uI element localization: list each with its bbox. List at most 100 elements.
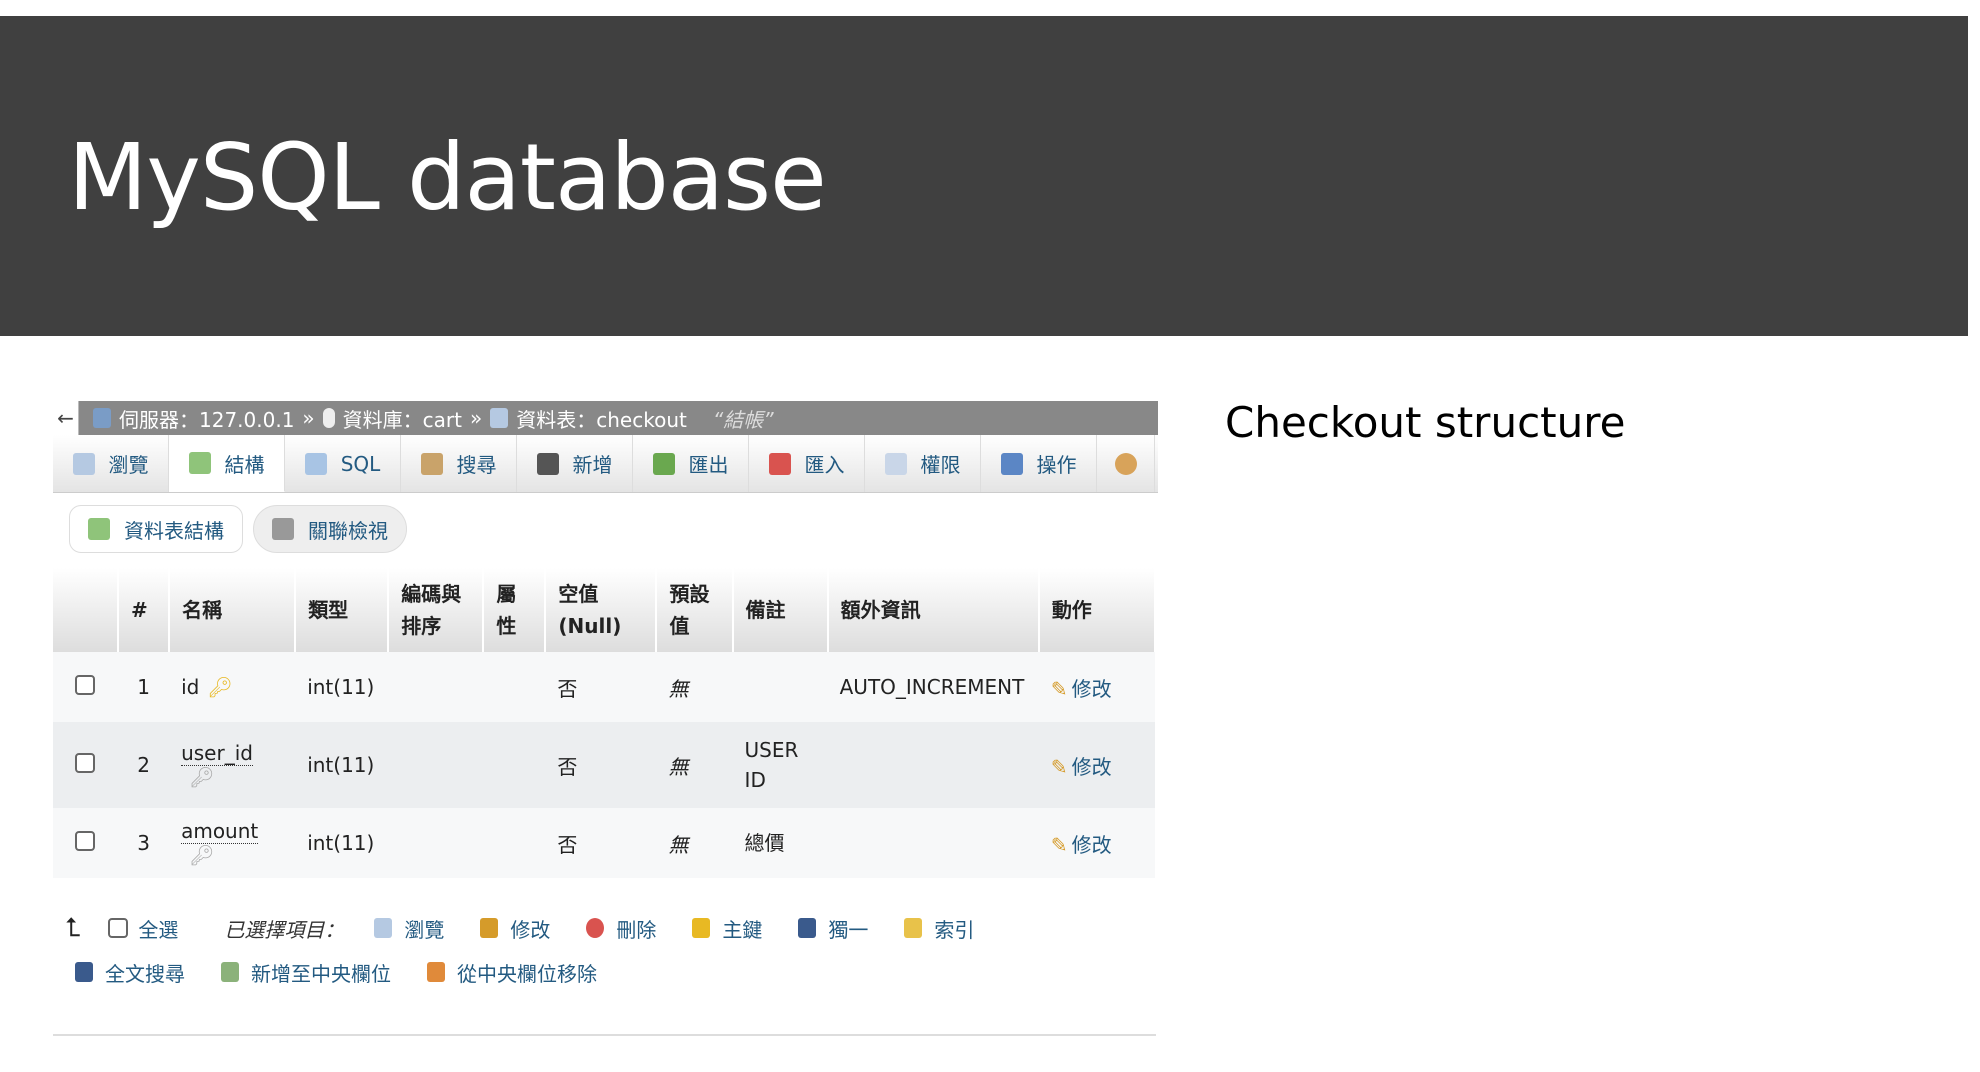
database-icon — [322, 408, 335, 428]
pencil-icon: ✎ — [1050, 676, 1068, 701]
column-header[interactable]: 預設值 — [656, 568, 734, 652]
side-title: Checkout structure — [1225, 398, 1626, 447]
bulk-primary-key[interactable]: 主鍵 — [692, 914, 762, 943]
breadcrumb-server[interactable]: 伺服器：127.0.0.1 — [119, 404, 294, 433]
row-number: 3 — [118, 808, 170, 878]
add-central-icon — [221, 962, 239, 982]
subtab-relation-view[interactable]: 關聯檢視 — [253, 505, 407, 553]
bulk-unique[interactable]: 獨一 — [798, 914, 868, 943]
bulk-label: 索引 — [934, 917, 975, 942]
tab-eye[interactable] — [1097, 435, 1155, 492]
edit-label: 修改 — [1071, 832, 1112, 857]
row-checkbox[interactable] — [75, 752, 95, 773]
tab-import[interactable]: 匯入 — [749, 435, 865, 492]
main-tabs: 瀏覽 結構 SQL 搜尋 新增 匯出 匯入 權限 操作 — [53, 435, 1158, 493]
arrow-up-left-icon: ⮤ — [65, 912, 81, 943]
column-name[interactable]: user_id — [181, 741, 253, 766]
breadcrumb-separator: » — [470, 406, 483, 430]
column-header[interactable]: # — [118, 568, 171, 652]
phpmyadmin-panel: ← 伺服器：127.0.0.1 » 資料庫：cart » 資料表：checkou… — [53, 401, 1158, 1036]
column-name-cell: id 🔑︎ — [169, 652, 296, 722]
tab-label: 匯出 — [688, 453, 729, 477]
bulk-browse[interactable]: 瀏覽 — [374, 914, 444, 943]
comment-cell — [732, 652, 828, 722]
column-name[interactable]: amount — [181, 819, 259, 844]
breadcrumb: ← 伺服器：127.0.0.1 » 資料庫：cart » 資料表：checkou… — [53, 401, 1158, 435]
tab-label: 瀏覽 — [108, 453, 149, 477]
sql-icon — [304, 452, 327, 475]
edit-action[interactable]: ✎ 修改 — [1038, 808, 1155, 878]
table-row: 1 id 🔑︎ int(11) 否 無 AUTO_INCREMENT ✎ 修改 — [53, 652, 1155, 722]
tab-label: 結構 — [224, 452, 265, 477]
primary-key-icon: 🔑︎ — [207, 675, 233, 699]
row-checkbox[interactable] — [75, 830, 95, 851]
column-header[interactable]: 類型 — [295, 568, 390, 652]
tab-browse[interactable]: 瀏覽 — [53, 435, 169, 492]
bulk-label: 新增至中央欄位 — [251, 961, 391, 986]
table-row: 3 amount🔑︎ int(11) 否 無 總價 ✎ 修改 — [53, 808, 1155, 878]
bulk-delete[interactable]: 刪除 — [586, 914, 656, 943]
bulk-actions: ⮤ 全選 已選擇項目： 瀏覽 修改 刪除 主鍵 獨一 索引 全文搜尋 新增至中央欄位 從中央欄… — [53, 906, 1158, 994]
tab-wrench[interactable]: 操作 — [981, 435, 1097, 492]
header-select — [53, 568, 120, 652]
column-header[interactable]: 額外資訊 — [827, 568, 1040, 652]
breadcrumb-table[interactable]: 資料表：checkout — [516, 404, 687, 433]
type-cell: int(11) — [295, 722, 389, 808]
row-checkbox[interactable] — [75, 674, 95, 695]
export-icon — [652, 452, 675, 475]
privileges-icon — [884, 452, 907, 475]
table-comment: “結帳” — [712, 407, 774, 432]
edit-action[interactable]: ✎ 修改 — [1038, 722, 1155, 808]
bulk-fulltext[interactable]: 全文搜尋 — [75, 958, 185, 987]
bulk-label: 瀏覽 — [404, 917, 445, 942]
column-header[interactable]: 空值 (Null) — [545, 568, 658, 652]
bulk-label: 主鍵 — [722, 917, 763, 942]
relation-icon — [272, 518, 294, 540]
bulk-index[interactable]: 索引 — [904, 914, 974, 943]
edit-label: 修改 — [1071, 754, 1112, 779]
browse-icon — [72, 452, 95, 475]
search-icon — [420, 452, 443, 475]
fulltext-icon — [75, 962, 93, 982]
attributes-cell — [483, 808, 546, 878]
breadcrumb-database[interactable]: 資料庫：cart — [343, 404, 462, 433]
column-name: id — [181, 675, 200, 699]
collation-cell — [388, 808, 484, 878]
null-cell: 否 — [545, 652, 657, 722]
extra-cell: AUTO_INCREMENT — [827, 652, 1039, 722]
bulk-label: 從中央欄位移除 — [457, 961, 597, 986]
bulk-pencil[interactable]: 修改 — [480, 914, 550, 943]
server-icon — [93, 408, 111, 428]
pencil-icon: ✎ — [1050, 754, 1068, 779]
bulk-add-central[interactable]: 新增至中央欄位 — [221, 958, 391, 987]
select-all-checkbox[interactable] — [108, 918, 129, 938]
bulk-label: 獨一 — [828, 917, 869, 942]
tab-export[interactable]: 匯出 — [633, 435, 749, 492]
subtab-table-structure[interactable]: 資料表結構 — [69, 505, 243, 553]
type-cell: int(11) — [295, 808, 389, 878]
column-header[interactable]: 動作 — [1038, 568, 1157, 652]
column-header[interactable]: 名稱 — [169, 568, 297, 652]
unique-icon — [798, 918, 817, 938]
column-header[interactable]: 備註 — [732, 568, 829, 652]
tab-insert[interactable]: 新增 — [517, 435, 633, 492]
import-icon — [768, 452, 791, 475]
comment-cell: 總價 — [732, 808, 828, 878]
tab-label: 搜尋 — [456, 453, 497, 477]
tab-sql[interactable]: SQL — [285, 435, 401, 492]
edit-action[interactable]: ✎ 修改 — [1038, 652, 1155, 722]
bulk-remove-central[interactable]: 從中央欄位移除 — [427, 958, 597, 987]
column-header[interactable]: 屬性 — [483, 568, 547, 652]
wrench-icon — [1000, 452, 1023, 475]
select-all-label[interactable]: 全選 — [138, 914, 178, 943]
tab-structure[interactable]: 結構 — [169, 435, 285, 492]
attributes-cell — [483, 722, 546, 808]
back-arrow-icon[interactable]: ← — [53, 401, 79, 435]
tab-privileges[interactable]: 權限 — [865, 435, 981, 492]
key-icon: 🔑︎ — [189, 843, 215, 867]
column-header[interactable]: 編碼與排序 — [388, 568, 485, 652]
row-number: 2 — [118, 722, 170, 808]
collation-cell — [388, 722, 484, 808]
table-row: 2 user_id🔑︎ int(11) 否 無 USER ID ✎ 修改 — [53, 722, 1155, 808]
tab-search[interactable]: 搜尋 — [401, 435, 517, 492]
